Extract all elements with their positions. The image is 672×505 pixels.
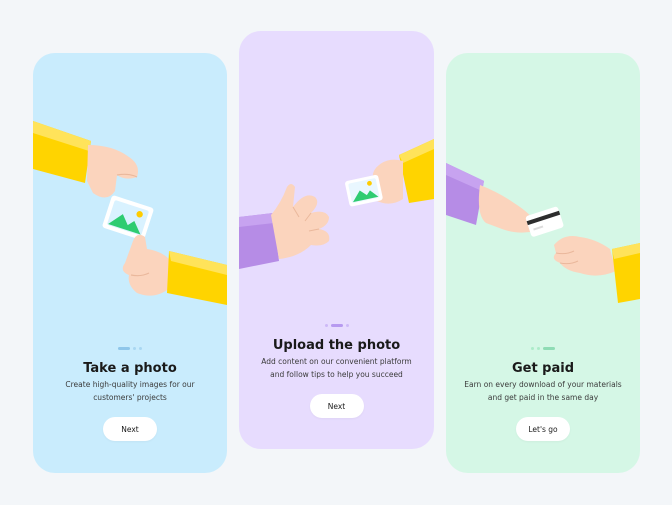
page-dot-1 [118, 347, 130, 350]
next-button[interactable]: Next [103, 417, 157, 441]
lets-go-button[interactable]: Let's go [516, 417, 570, 441]
page-dot-1 [531, 347, 534, 350]
page-dot-3 [543, 347, 555, 350]
page-indicator [446, 347, 640, 350]
description-line: Create high-quality images for our [65, 380, 195, 389]
screen-title: Take a photo [83, 361, 177, 376]
page-dot-2 [133, 347, 136, 350]
page-dot-3 [345, 324, 349, 327]
page-indicator [33, 347, 227, 350]
onboarding-card-take-photo: Take a photo Create high-quality images … [33, 53, 227, 473]
screen-description: Earn on every download of your materials… [460, 379, 626, 404]
description-line: and follow tips to help you succeed [270, 369, 403, 379]
description-line: Earn on every download of your materials [464, 380, 622, 389]
description-line: customers' projects [93, 392, 167, 402]
next-button[interactable]: Next [309, 394, 364, 418]
page-dot-3 [139, 347, 142, 350]
screen-description: Add content on our convenient platform a… [253, 356, 420, 381]
hand-holding-photo-illustration [33, 121, 227, 305]
description-line: and get paid in the same day [487, 392, 599, 402]
page-dot-2 [537, 347, 540, 350]
screen-description: Create high-quality images for our custo… [47, 379, 213, 404]
onboarding-card-upload-photo: Upload the photo Add content on our conv… [239, 31, 434, 449]
description-line: Add content on our convenient platform [261, 357, 412, 366]
page-dot-2 [330, 324, 343, 327]
card-payment-illustration [446, 163, 640, 303]
hands-passing-photo-illustration [239, 139, 434, 269]
onboarding-card-get-paid: Get paid Earn on every download of your … [446, 53, 640, 473]
page-indicator [239, 324, 434, 327]
page-dot-1 [324, 324, 328, 327]
screen-title: Get paid [511, 361, 575, 376]
screen-title: Upload the photo [272, 338, 401, 353]
